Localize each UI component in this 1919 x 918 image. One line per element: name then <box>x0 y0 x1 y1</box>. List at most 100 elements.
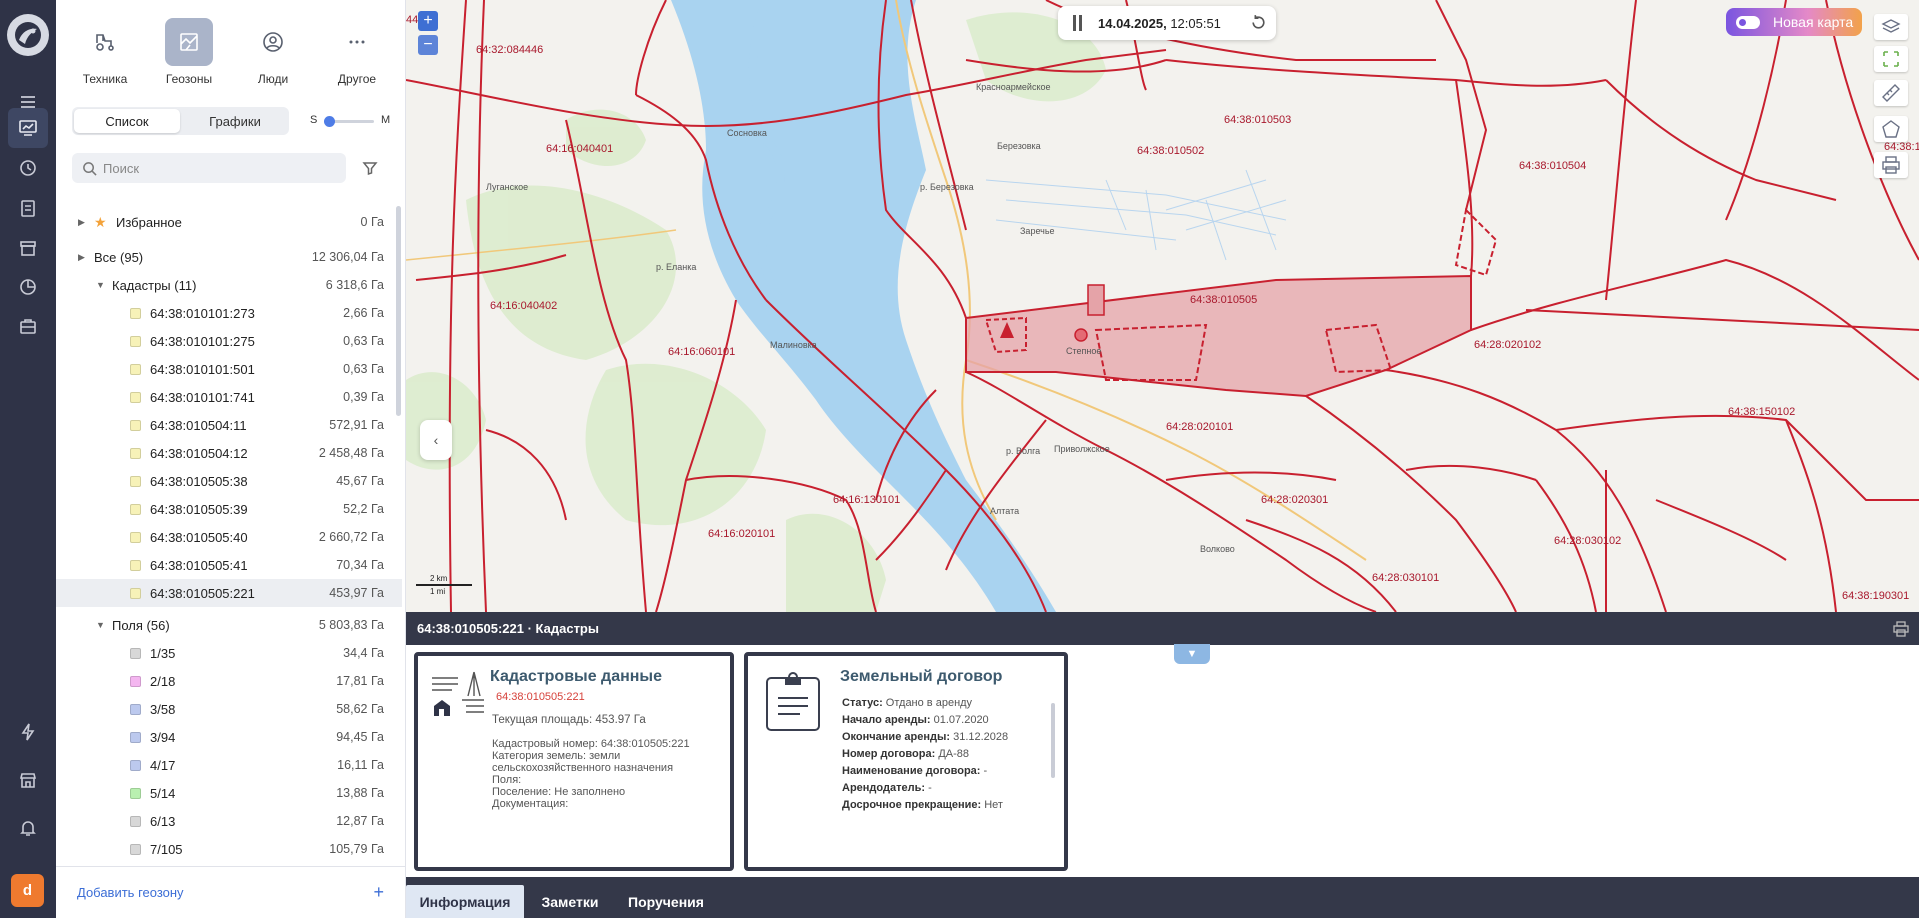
list-item[interactable]: 3/58 58,62 Га <box>56 695 402 723</box>
list-item[interactable]: 5/14 13,88 Га <box>56 779 402 807</box>
tab-assignments[interactable]: Поручения <box>616 885 716 918</box>
list-item[interactable]: 64:38:010504:12 2 458,48 Га <box>56 439 402 467</box>
contract-status: Статус: Отдано в аренду <box>842 697 972 709</box>
toggle-switch[interactable] <box>1736 16 1760 29</box>
tab-notes[interactable]: Заметки <box>528 885 612 918</box>
store-icon[interactable] <box>8 760 48 800</box>
history-icon[interactable] <box>8 148 48 188</box>
list-item[interactable]: 6/13 12,87 Га <box>56 807 402 835</box>
expand-panel-button[interactable]: ▼ <box>1174 644 1210 664</box>
tree-label: 4/17 <box>150 757 176 773</box>
list-item[interactable]: 7/105 105,79 Га <box>56 835 402 855</box>
lightning-icon[interactable] <box>8 712 48 752</box>
map-view[interactable]: 64:32:084446 64:38:010503 64:38:010502 6… <box>406 0 1919 612</box>
analytics-icon[interactable] <box>8 267 48 307</box>
list-item[interactable]: 64:38:010505:221 453,97 Га <box>56 579 402 607</box>
tree-label: 1/35 <box>150 645 176 661</box>
caret-down-icon[interactable]: ▼ <box>96 620 105 630</box>
caret-down-icon[interactable]: ▼ <box>96 280 105 290</box>
fullscreen-icon[interactable] <box>1874 46 1908 72</box>
tree-group[interactable]: ▼ Кадастры (11) 6 318,6 Га <box>56 271 402 299</box>
tasks-icon[interactable] <box>8 188 48 228</box>
cadastre-card: Кадастровые данные 64:38:010505:221 Теку… <box>414 652 734 871</box>
land-contract-card: Земельный договор Статус: Отдано в аренд… <box>744 652 1068 871</box>
list-item[interactable]: 64:38:010505:38 45,67 Га <box>56 467 402 495</box>
polygon-icon[interactable] <box>1874 116 1908 142</box>
size-slider[interactable] <box>324 116 374 127</box>
new-map-toggle[interactable]: Новая карта <box>1726 8 1862 36</box>
tree-area: 2 458,48 Га <box>318 446 384 460</box>
tab-information[interactable]: Информация <box>406 885 524 918</box>
briefcase-icon[interactable] <box>8 306 48 346</box>
refresh-icon[interactable] <box>1250 14 1267 31</box>
category-label: Люди <box>257 72 289 86</box>
avatar[interactable]: d <box>11 874 44 907</box>
tree-area: 16,11 Га <box>337 758 384 772</box>
ruler-icon[interactable] <box>1874 80 1908 106</box>
list-item[interactable]: 64:38:010101:501 0,63 Га <box>56 355 402 383</box>
playback-bar: 14.04.2025, 12:05:51 <box>1058 6 1276 40</box>
add-geozone-button[interactable]: Добавить геозону + <box>56 866 406 918</box>
info-body: Кадастровые данные 64:38:010505:221 Теку… <box>406 645 1919 877</box>
monitoring-icon[interactable] <box>8 108 48 148</box>
caret-right-icon[interactable]: ▶ <box>78 252 85 263</box>
tree-favorites[interactable]: ▶ ★ Избранное 0 Га <box>56 208 402 236</box>
list-item[interactable]: 4/17 16,11 Га <box>56 751 402 779</box>
list-item[interactable]: 64:38:010505:39 52,2 Га <box>56 495 402 523</box>
info-title: 64:38:010505:221 · Кадастры <box>417 621 599 636</box>
town-label: Березовка <box>997 141 1041 151</box>
collapse-panel-button[interactable]: ‹ <box>420 420 452 460</box>
search-input[interactable] <box>103 160 323 176</box>
tree-group[interactable]: ▼ Поля (56) 5 803,83 Га <box>56 611 402 639</box>
list-item[interactable]: 64:38:010101:275 0,63 Га <box>56 327 402 355</box>
search-box <box>72 153 346 183</box>
fields-line: Поля: <box>492 774 522 786</box>
list-item[interactable]: 64:38:010505:41 70,34 Га <box>56 551 402 579</box>
size-min-label: S <box>310 114 318 126</box>
settlement-line: Поселение: Не заполнено <box>492 786 626 798</box>
list-item[interactable]: 2/18 17,81 Га <box>56 667 402 695</box>
pause-icon[interactable] <box>1072 15 1084 31</box>
color-swatch <box>130 703 141 715</box>
tab-charts[interactable]: Графики <box>182 109 288 133</box>
list-item[interactable]: 64:38:010101:273 2,66 Га <box>56 299 402 327</box>
print-icon[interactable] <box>1874 152 1908 178</box>
parcel-label: 64:32:084446 <box>476 44 544 56</box>
list-item[interactable]: 64:38:010505:40 2 660,72 Га <box>56 523 402 551</box>
list-item[interactable]: 64:38:010101:741 0,39 Га <box>56 383 402 411</box>
list-item[interactable]: 3/94 94,45 Га <box>56 723 402 751</box>
tree-label: Все (95) <box>94 249 144 265</box>
caret-right-icon[interactable]: ▶ <box>78 217 85 228</box>
bell-icon[interactable] <box>8 808 48 848</box>
card-scrollbar[interactable] <box>1051 703 1055 778</box>
tree-label: 6/13 <box>150 813 176 829</box>
tree-label: 64:38:010505:41 <box>150 557 248 573</box>
slider-handle[interactable] <box>324 116 335 127</box>
list-item[interactable]: 64:38:010504:11 572,91 Га <box>56 411 402 439</box>
tree-label: 64:38:010101:501 <box>150 361 255 377</box>
tree-area: 5 803,83 Га <box>318 618 384 632</box>
contract-field-value: 31.12.2028 <box>953 731 1009 743</box>
tree-group-all[interactable]: ▶ Все (95) 12 306,04 Га <box>56 243 402 271</box>
tab-list[interactable]: Список <box>74 109 180 133</box>
category-machinery[interactable]: Техника <box>65 18 145 86</box>
more-icon <box>333 18 381 66</box>
layers-icon[interactable] <box>1874 14 1908 40</box>
category-people[interactable]: Люди <box>233 18 313 86</box>
color-swatch <box>130 731 141 743</box>
print-icon[interactable] <box>1893 621 1909 637</box>
color-swatch <box>130 559 141 571</box>
zoom-out-button[interactable]: − <box>418 35 438 55</box>
category-geozones[interactable]: Геозоны <box>149 18 229 86</box>
logo-icon[interactable] <box>7 14 49 56</box>
zoom-in-button[interactable]: + <box>418 11 438 31</box>
tree-scrollbar[interactable] <box>396 206 401 416</box>
tree-area: 34,4 Га <box>343 646 384 660</box>
color-swatch <box>130 675 141 687</box>
archive-icon[interactable] <box>8 228 48 268</box>
contract-field-key: Окончание аренды: <box>842 731 951 743</box>
list-item[interactable]: 1/35 34,4 Га <box>56 639 402 667</box>
category-other[interactable]: Другое <box>317 18 397 86</box>
filter-icon[interactable] <box>362 160 378 176</box>
contract-name: Наименование договора: - <box>842 765 987 777</box>
